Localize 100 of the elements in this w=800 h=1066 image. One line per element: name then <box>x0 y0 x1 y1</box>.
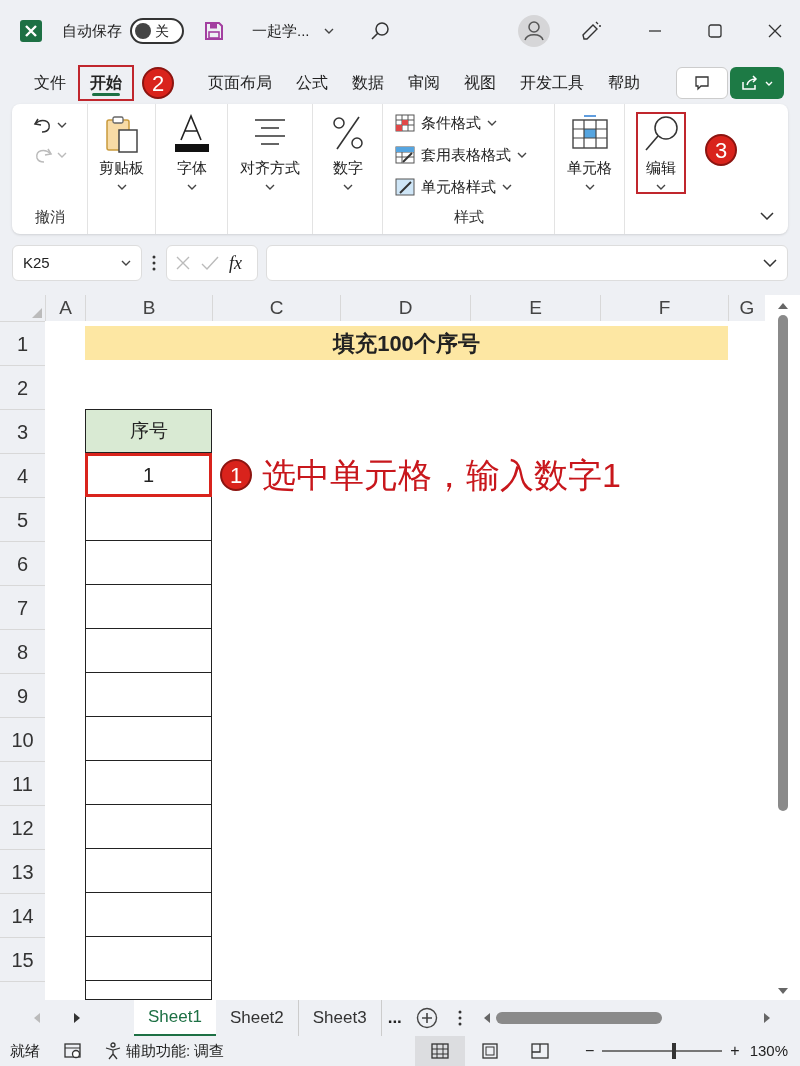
more-icon[interactable] <box>457 1010 462 1026</box>
status-text: 就绪 <box>10 1040 40 1061</box>
ribbon-button[interactable]: 单元格 <box>561 112 618 194</box>
scrollbar-thumb[interactable] <box>495 1012 662 1024</box>
collapse-ribbon-icon[interactable] <box>760 212 774 220</box>
row-header[interactable]: 3 <box>0 409 45 453</box>
ribbon-tab[interactable]: 页面布局 <box>196 65 284 101</box>
share-button[interactable] <box>730 67 784 99</box>
insert-function-button[interactable]: fx <box>229 249 242 277</box>
cell-reference: K25 <box>23 252 50 273</box>
button-label: 单元格 <box>567 158 612 178</box>
style-icon <box>395 178 415 196</box>
more-sheets-button[interactable]: ... <box>387 1005 402 1031</box>
next-sheet-icon[interactable] <box>74 1013 80 1023</box>
formula-input[interactable] <box>266 245 788 281</box>
scroll-left-icon[interactable] <box>483 1013 490 1023</box>
maximize-icon[interactable] <box>708 24 722 38</box>
slider-thumb[interactable] <box>672 1043 677 1059</box>
style-menu-button[interactable]: 单元格样式 <box>395 174 512 200</box>
column-header[interactable]: A <box>45 295 85 321</box>
autosave-toggle[interactable]: 关 <box>130 18 184 44</box>
more-icon[interactable] <box>152 255 156 271</box>
row-header[interactable]: 6 <box>0 541 45 585</box>
group-label: 样式 <box>453 206 484 227</box>
table-cell: 1 <box>85 453 212 497</box>
page-break-icon <box>530 1043 549 1059</box>
style-menu-button[interactable]: 套用表格格式 <box>395 142 527 168</box>
style-icon <box>395 114 415 132</box>
style-menu-button[interactable]: 条件格式 <box>395 110 497 136</box>
row-header[interactable]: 5 <box>0 497 45 541</box>
grid-view-icon <box>430 1043 449 1059</box>
ribbon-tab[interactable]: 视图 <box>452 65 508 101</box>
row-header[interactable]: 2 <box>0 365 45 409</box>
view-button[interactable] <box>414 1036 465 1066</box>
avatar-icon[interactable] <box>518 15 550 47</box>
column-header[interactable]: C <box>212 295 340 321</box>
undo-button[interactable] <box>32 116 67 134</box>
ribbon-tab[interactable]: 数据 <box>340 65 396 101</box>
ribbon-tab[interactable]: 开发工具 <box>508 65 596 101</box>
caret-icon <box>656 184 666 190</box>
row-header[interactable]: 7 <box>0 585 45 629</box>
caret-icon <box>186 184 197 190</box>
zoom-out-button[interactable]: − <box>584 1039 595 1063</box>
row-header[interactable]: 12 <box>0 805 45 849</box>
column-header[interactable]: E <box>470 295 600 321</box>
button-label: 剪贴板 <box>99 158 144 178</box>
title-cell: 填充100个序号 <box>85 326 728 360</box>
ribbon-button[interactable]: 字体 <box>166 112 217 194</box>
caret-icon <box>323 28 334 34</box>
save-icon[interactable] <box>204 21 224 41</box>
scrollbar-thumb[interactable] <box>777 315 788 811</box>
column-header[interactable]: B <box>85 295 212 321</box>
column-header[interactable]: D <box>340 295 470 321</box>
font-color-icon <box>172 114 211 154</box>
ribbon-tab[interactable]: 公式 <box>284 65 340 101</box>
row-header[interactable]: 11 <box>0 761 45 805</box>
check-icon[interactable] <box>201 255 219 271</box>
row-header[interactable]: 10 <box>0 717 45 761</box>
zoom-slider[interactable] <box>602 1043 723 1059</box>
zoom-in-button[interactable]: + <box>730 1039 740 1063</box>
expand-icon[interactable] <box>763 259 777 267</box>
add-sheet-icon[interactable] <box>415 1007 438 1029</box>
button-label: 数字 <box>332 158 363 178</box>
column-header[interactable]: F <box>600 295 728 321</box>
row-header[interactable]: 1 <box>0 321 45 365</box>
scroll-up-icon[interactable] <box>777 303 788 309</box>
scroll-down-icon[interactable] <box>777 988 788 994</box>
ribbon-tab[interactable]: 文件 <box>22 65 78 101</box>
ribbon-button[interactable]: 数字 <box>322 112 373 194</box>
macro-record-icon[interactable] <box>64 1043 82 1059</box>
ribbon-button[interactable]: 剪贴板 <box>93 112 150 194</box>
scroll-right-icon[interactable] <box>764 1013 770 1023</box>
caret-icon <box>342 184 353 190</box>
ribbon-button[interactable]: 编辑 <box>636 112 686 194</box>
row-header[interactable]: 13 <box>0 849 45 893</box>
row-header[interactable]: 15 <box>0 937 45 981</box>
pen-icon[interactable] <box>580 20 602 42</box>
column-header[interactable]: G <box>728 295 765 321</box>
ribbon-button[interactable]: 对齐方式 <box>234 112 306 194</box>
accessibility-button[interactable]: 辅助功能: 调查 <box>104 1039 225 1063</box>
search-icon[interactable] <box>369 21 390 41</box>
comments-button[interactable] <box>676 67 728 99</box>
accessibility-icon <box>104 1042 122 1060</box>
caret-icon <box>121 260 131 266</box>
row-header[interactable]: 8 <box>0 629 45 673</box>
row-header[interactable]: 14 <box>0 893 45 937</box>
page-layout-icon <box>480 1043 499 1059</box>
ribbon-tab[interactable]: 审阅 <box>396 65 452 101</box>
button-label: 字体 <box>176 158 207 178</box>
ribbon-tab[interactable]: 帮助 <box>596 65 652 101</box>
style-icon <box>395 146 415 164</box>
row-header[interactable]: 9 <box>0 673 45 717</box>
document-title[interactable]: 一起学... <box>252 19 334 43</box>
name-box[interactable]: K25 <box>12 245 142 281</box>
zoom-level[interactable]: 130% <box>749 1039 788 1063</box>
close-icon[interactable] <box>768 24 782 38</box>
caret-icon <box>487 120 497 126</box>
row-header[interactable]: 4 <box>0 453 45 497</box>
sheet-tab[interactable]: Sheet1 <box>134 1000 216 1036</box>
ribbon-tab[interactable]: 开始 <box>78 65 134 101</box>
